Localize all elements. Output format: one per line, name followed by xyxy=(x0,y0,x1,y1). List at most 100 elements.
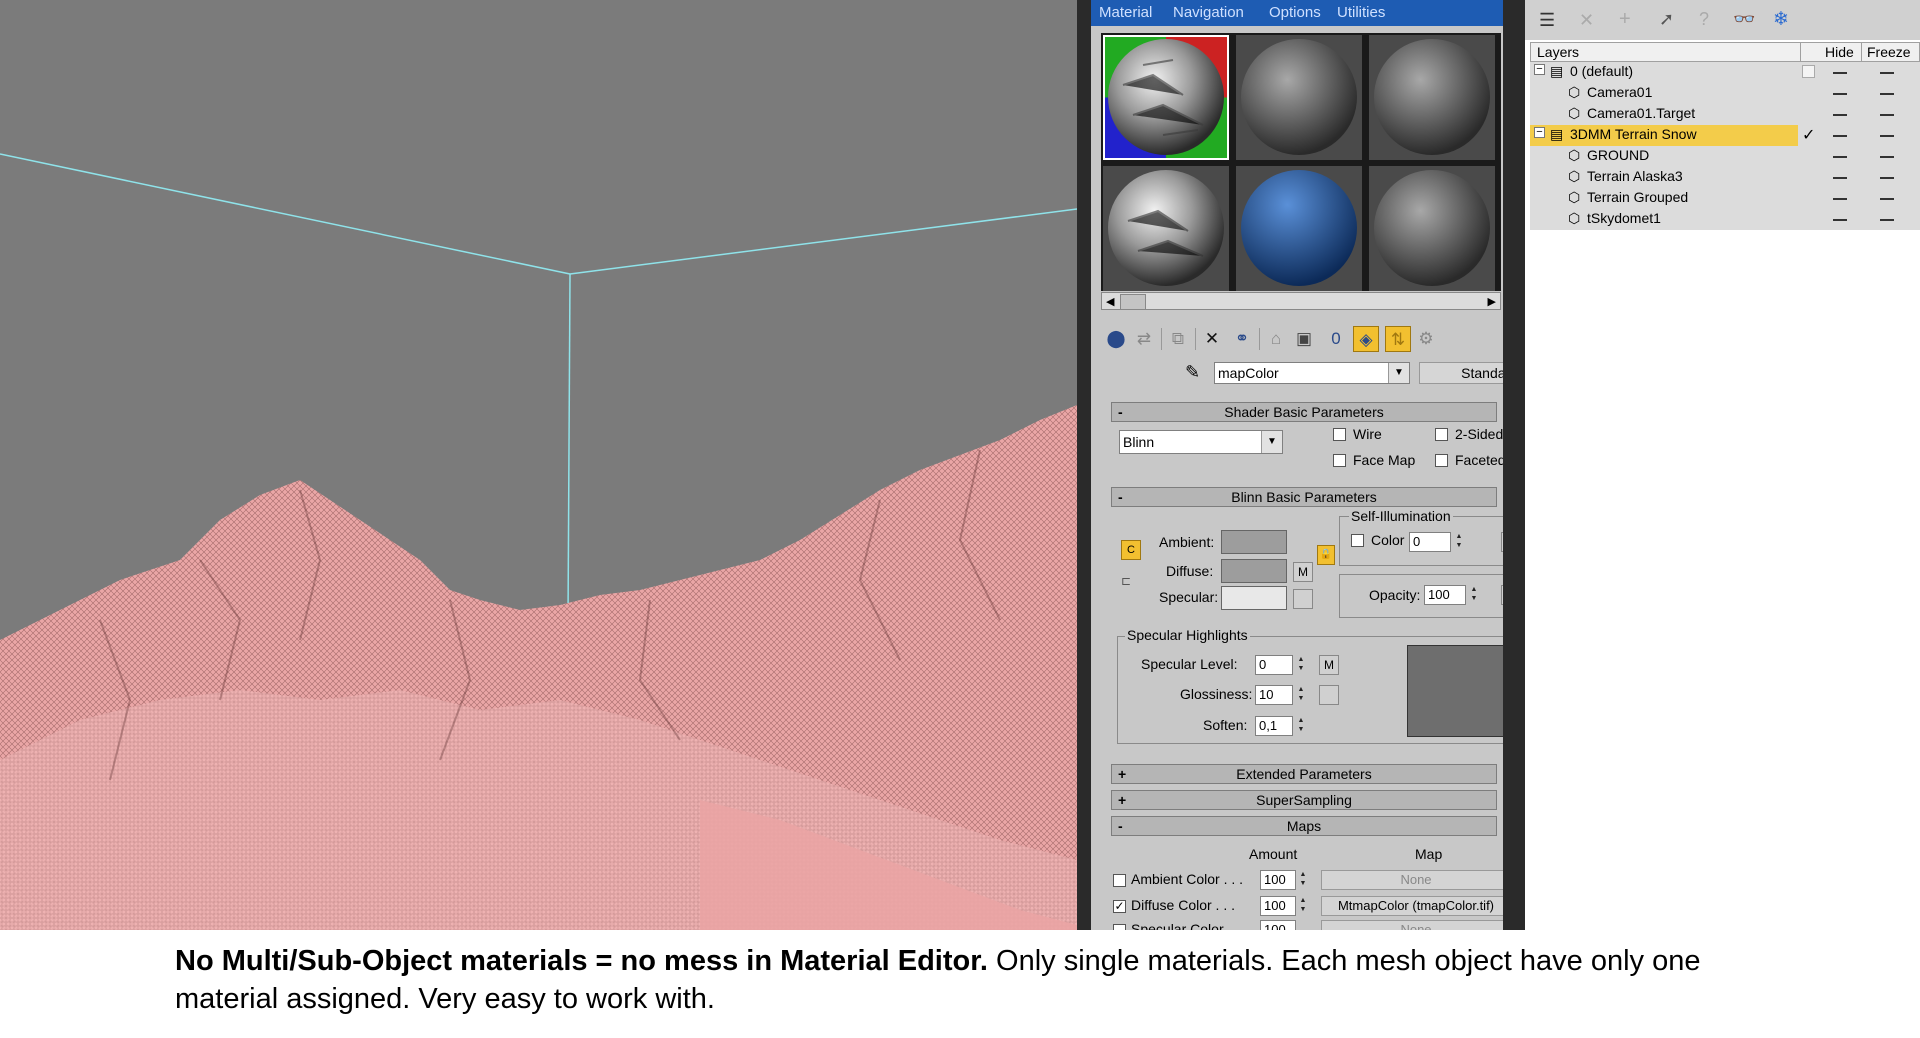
go-to-parent-icon[interactable]: ⚙ xyxy=(1413,326,1439,352)
face-map-checkbox[interactable] xyxy=(1333,454,1346,467)
menu-navigation[interactable]: Navigation xyxy=(1173,4,1244,21)
collapse-icon[interactable]: − xyxy=(1534,127,1545,138)
copy-material-icon[interactable]: ⚭ xyxy=(1229,326,1255,352)
wire-checkbox[interactable] xyxy=(1333,428,1346,441)
sample-slot-6[interactable] xyxy=(1369,166,1495,291)
layer-row-camera[interactable]: ⬡ Camera01 xyxy=(1530,83,1920,104)
hide-toggle[interactable] xyxy=(1833,135,1847,137)
sample-slot-5[interactable] xyxy=(1236,166,1362,291)
self-illum-value[interactable]: 0 xyxy=(1409,532,1451,552)
hide-toggle[interactable] xyxy=(1833,72,1847,74)
opacity-spinner[interactable]: ▲ ▼ xyxy=(1468,585,1480,605)
help-icon[interactable]: ? xyxy=(1699,9,1709,30)
layers-icon[interactable]: ☰ xyxy=(1539,10,1555,31)
menu-options[interactable]: Options xyxy=(1269,4,1321,21)
material-type-button[interactable]: Standard xyxy=(1419,362,1503,384)
freeze-toggle[interactable] xyxy=(1880,156,1894,158)
select-objects-icon[interactable]: ➚ xyxy=(1659,9,1674,30)
ambient-swatch[interactable] xyxy=(1221,530,1287,554)
diffuse-swatch[interactable] xyxy=(1221,559,1287,583)
specular-map-slot-button[interactable]: None xyxy=(1321,920,1503,930)
perspective-viewport[interactable] xyxy=(0,0,1077,930)
maps-rollout-header[interactable]: - Maps xyxy=(1111,816,1497,836)
menu-utilities[interactable]: Utilities xyxy=(1337,4,1385,21)
delete-layer-icon[interactable]: ✕ xyxy=(1579,10,1594,31)
eyedropper-icon[interactable]: ✎ xyxy=(1185,362,1200,383)
glossiness-spinner[interactable]: ▲ ▼ xyxy=(1295,685,1307,705)
ambient-map-button[interactable]: None xyxy=(1321,870,1503,890)
specular-map-button[interactable] xyxy=(1293,589,1313,609)
color-lock-ambient-icon[interactable]: C xyxy=(1121,540,1141,560)
soften-spinner[interactable]: ▲ ▼ xyxy=(1295,716,1307,736)
specular-level-value[interactable]: 0 xyxy=(1255,655,1293,675)
freeze-toggle[interactable] xyxy=(1880,135,1894,137)
freeze-toggle[interactable] xyxy=(1880,72,1894,74)
layer-row-skydome[interactable]: ⬡ tSkydomet1 xyxy=(1530,209,1920,230)
glossiness-map-button[interactable] xyxy=(1319,685,1339,705)
hide-toggle[interactable] xyxy=(1833,93,1847,95)
hide-toggle[interactable] xyxy=(1833,156,1847,158)
assign-material-icon[interactable]: ⧉ xyxy=(1165,326,1191,352)
current-layer-box[interactable] xyxy=(1802,65,1815,78)
freeze-toggle[interactable] xyxy=(1880,177,1894,179)
hide-toggle[interactable] xyxy=(1833,219,1847,221)
faceted-checkbox[interactable] xyxy=(1435,454,1448,467)
ambient-map-amount[interactable]: 100 xyxy=(1260,870,1296,890)
self-illum-spinner[interactable]: ▲ ▼ xyxy=(1453,532,1465,552)
material-name-field[interactable]: mapColor ▼ xyxy=(1214,362,1410,384)
two-sided-checkbox[interactable] xyxy=(1435,428,1448,441)
diffuse-map-amount[interactable]: 100 xyxy=(1260,896,1296,916)
lock-icon[interactable]: 🔒 xyxy=(1317,545,1335,565)
current-layer-check-icon[interactable]: ✓ xyxy=(1802,125,1815,145)
ambient-map-checkbox[interactable] xyxy=(1113,874,1126,887)
shader-type-dropdown[interactable]: Blinn ▼ xyxy=(1119,430,1283,454)
soften-value[interactable]: 0,1 xyxy=(1255,716,1293,736)
add-layer-icon[interactable]: + xyxy=(1619,8,1631,31)
glossiness-value[interactable]: 10 xyxy=(1255,685,1293,705)
layer-row-terrain-grouped[interactable]: ⬡ Terrain Grouped xyxy=(1530,188,1920,209)
layer-row-default[interactable]: − ▤ 0 (default) xyxy=(1530,62,1920,83)
show-map-icon[interactable]: ◈ xyxy=(1353,326,1379,352)
layer-row-terrain-snow[interactable]: − ▤ 3DMM Terrain Snow ✓ xyxy=(1530,125,1920,146)
show-end-result-icon[interactable]: ⇅ xyxy=(1385,326,1411,352)
freeze-column-header[interactable]: Freeze xyxy=(1867,44,1911,60)
diffuse-map-button[interactable]: M xyxy=(1293,562,1313,582)
collapse-icon[interactable]: − xyxy=(1534,64,1545,75)
get-material-icon[interactable]: ⬤ xyxy=(1103,326,1129,352)
sample-slot-3[interactable] xyxy=(1369,35,1495,160)
layer-row-terrain-alaska[interactable]: ⬡ Terrain Alaska3 xyxy=(1530,167,1920,188)
blinn-rollout-header[interactable]: - Blinn Basic Parameters xyxy=(1111,487,1497,507)
hide-toggle[interactable] xyxy=(1833,114,1847,116)
sample-scrollbar[interactable]: ◀ ▶ xyxy=(1101,292,1501,310)
hide-all-icon[interactable]: 👓 xyxy=(1733,9,1755,30)
library-icon[interactable]: ⌂ xyxy=(1263,326,1289,352)
freeze-all-icon[interactable]: ❄ xyxy=(1773,8,1789,31)
hide-toggle[interactable] xyxy=(1833,177,1847,179)
effects-channel-icon[interactable]: ▣ xyxy=(1291,326,1317,352)
specular-level-map-button[interactable]: M xyxy=(1319,655,1339,675)
reset-icon[interactable]: ✕ xyxy=(1199,326,1225,352)
layer-row-ground[interactable]: ⬡ GROUND xyxy=(1530,146,1920,167)
opacity-value[interactable]: 100 xyxy=(1424,585,1466,605)
specular-level-spinner[interactable]: ▲ ▼ xyxy=(1295,655,1307,675)
channel-zero-icon[interactable]: 0 xyxy=(1323,326,1349,352)
diffuse-map-slot-button[interactable]: MtmapColor (tmapColor.tif) xyxy=(1321,896,1503,916)
supersampling-rollout[interactable]: + SuperSampling xyxy=(1111,790,1497,810)
freeze-toggle[interactable] xyxy=(1880,93,1894,95)
layers-column-header[interactable]: Layers xyxy=(1537,44,1579,60)
freeze-toggle[interactable] xyxy=(1880,198,1894,200)
put-to-scene-icon[interactable]: ⇄ xyxy=(1131,326,1157,352)
menu-material[interactable]: Material xyxy=(1099,4,1152,21)
diffuse-map-spinner[interactable]: ▲ ▼ xyxy=(1297,896,1309,916)
hide-column-header[interactable]: Hide xyxy=(1825,44,1854,60)
sample-slot-2[interactable] xyxy=(1236,35,1362,160)
layer-row-camera-target[interactable]: ⬡ Camera01.Target xyxy=(1530,104,1920,125)
ambient-map-spinner[interactable]: ▲ ▼ xyxy=(1297,870,1309,890)
freeze-toggle[interactable] xyxy=(1880,114,1894,116)
shader-rollout-header[interactable]: - Shader Basic Parameters xyxy=(1111,402,1497,422)
specular-swatch[interactable] xyxy=(1221,586,1287,610)
extended-parameters-rollout[interactable]: + Extended Parameters xyxy=(1111,764,1497,784)
sample-slot-4[interactable] xyxy=(1103,166,1229,291)
sample-slot-1[interactable] xyxy=(1103,35,1229,160)
self-illum-color-checkbox[interactable] xyxy=(1351,534,1364,547)
